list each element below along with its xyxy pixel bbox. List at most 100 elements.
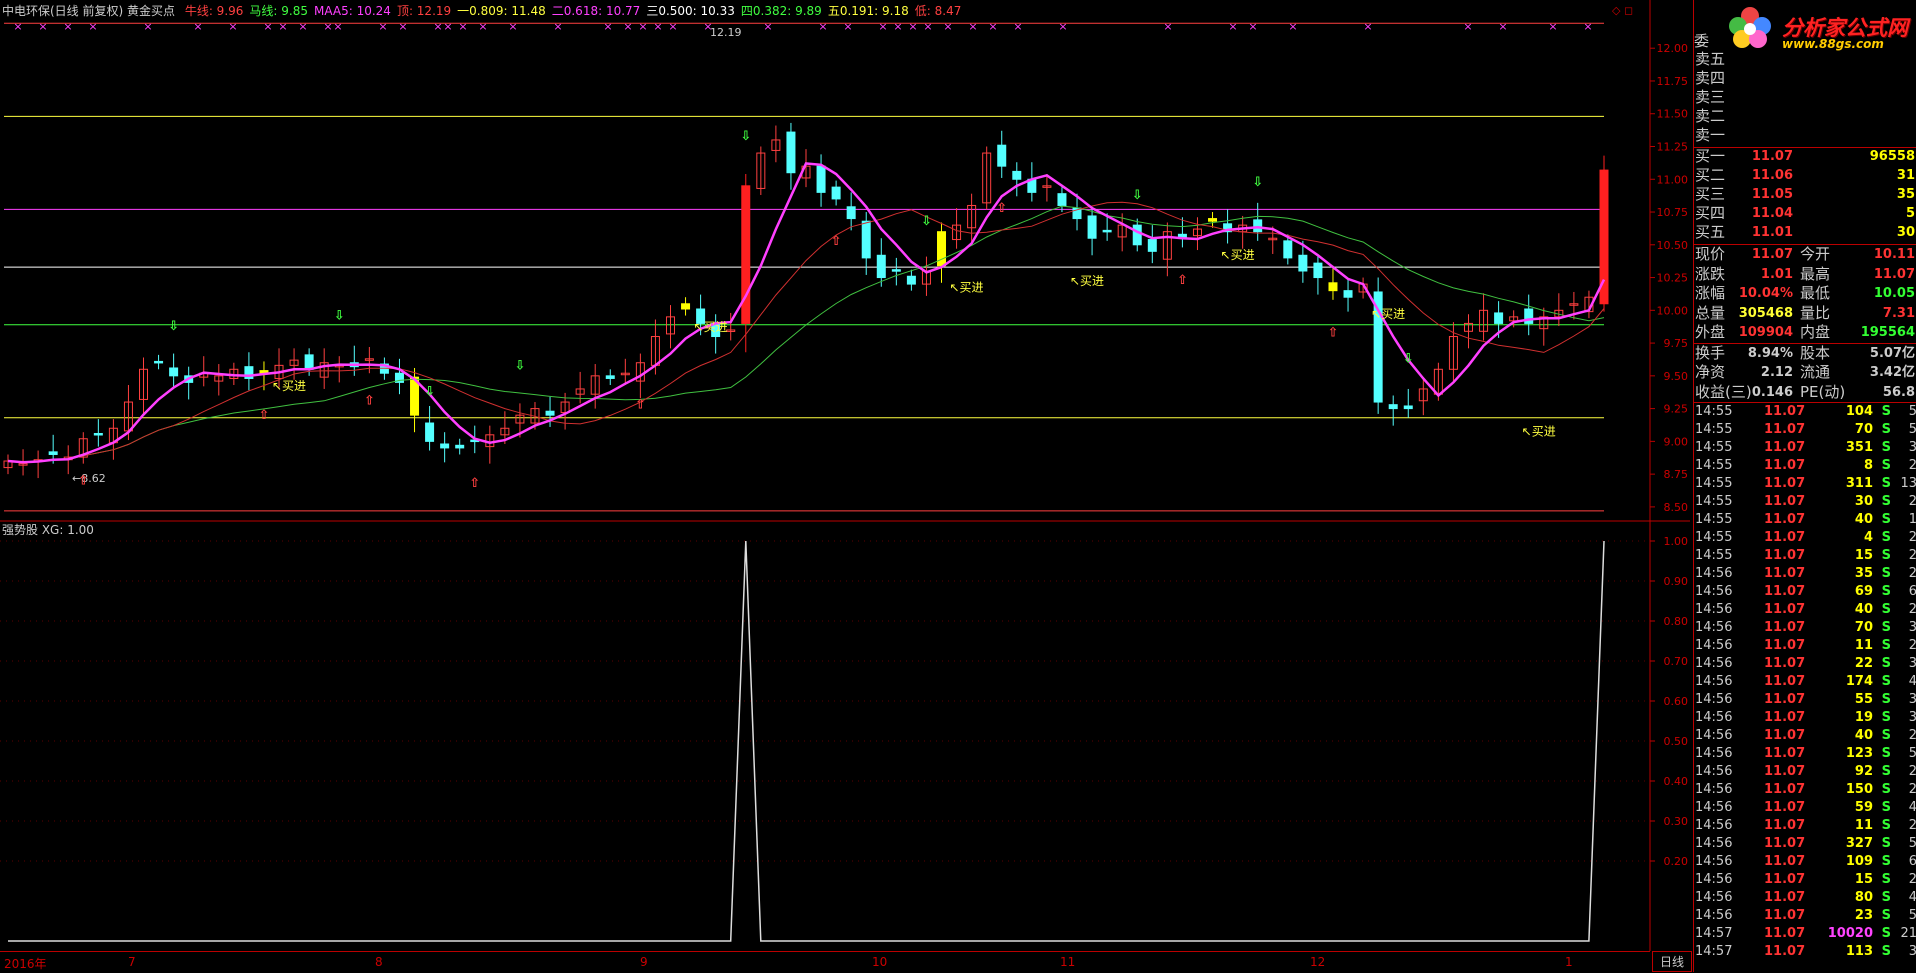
tick-time: 14:55 <box>1695 476 1733 491</box>
tick-row[interactable]: 14:56 11.07 69 S 6 <box>1694 583 1916 601</box>
x-marker-icon: × <box>638 20 647 33</box>
tick-price: 11.07 <box>1764 530 1806 545</box>
buy-label: 买二 <box>1695 166 1726 184</box>
price-tick-label: 10.75 <box>1657 206 1689 219</box>
x-marker-icon: × <box>333 20 342 33</box>
tick-row[interactable]: 14:56 11.07 80 S 4 <box>1694 889 1916 907</box>
tick-volume: 40 <box>1854 728 1873 743</box>
candle-body <box>605 375 615 379</box>
quote-panel: 分析家公式网 www.88gs.com 委 卖五 卖四 卖三 卖二 卖一 买一 11.07… <box>1693 0 1916 972</box>
tick-side: S <box>1881 800 1891 815</box>
tick-volume: 123 <box>1845 746 1873 761</box>
tick-time: 14:56 <box>1695 638 1733 653</box>
tick-time: 14:56 <box>1695 908 1733 923</box>
tick-side: S <box>1881 944 1891 959</box>
tick-row[interactable]: 14:55 11.07 311 S 13 <box>1694 475 1916 493</box>
x-marker-icon: × <box>893 20 902 33</box>
tick-count: 6 <box>1908 584 1916 599</box>
tick-row[interactable]: 14:55 11.07 351 S 3 <box>1694 439 1916 457</box>
tick-row[interactable]: 14:55 11.07 30 S 2 <box>1694 493 1916 511</box>
x-marker-icon: × <box>1463 20 1472 33</box>
tick-row[interactable]: 14:55 11.07 104 S 5 <box>1694 403 1916 421</box>
window-controls[interactable]: ◇ ◻ <box>1612 4 1633 17</box>
price-tick-label: 9.75 <box>1664 337 1689 350</box>
x-marker-icon: × <box>1013 20 1022 33</box>
tick-price: 11.07 <box>1764 404 1806 419</box>
tick-side: S <box>1881 872 1891 887</box>
price-chart[interactable]: 12.00 11.75 11.50 11.25 11.00 10.75 10.50 10.25… <box>0 0 1690 951</box>
tick-row[interactable]: 14:55 11.07 70 S 5 <box>1694 421 1916 439</box>
tick-row[interactable]: 14:56 11.07 174 S 4 <box>1694 673 1916 691</box>
x-marker-icon: × <box>13 20 22 33</box>
buy-row: 买四 11.04 5 <box>1694 204 1916 223</box>
stat-key: 最高 <box>1800 264 1831 283</box>
tick-volume: 70 <box>1854 620 1873 635</box>
tick-row[interactable]: 14:57 11.07 10020 S 21 <box>1694 925 1916 943</box>
tick-row[interactable]: 14:55 11.07 4 S 2 <box>1694 529 1916 547</box>
tick-row[interactable]: 14:55 11.07 15 S 2 <box>1694 547 1916 565</box>
tick-side: S <box>1881 494 1891 509</box>
stat-key: 量比 <box>1800 303 1831 322</box>
tick-count: 2 <box>1908 602 1916 617</box>
tick-side: S <box>1881 854 1891 869</box>
tick-row[interactable]: 14:56 11.07 11 S 2 <box>1694 817 1916 835</box>
tick-count: 2 <box>1908 566 1916 581</box>
tick-side: S <box>1881 746 1891 761</box>
stat-value: 10.04% <box>1738 286 1793 301</box>
stat-row: 外盘 109904 内盘 195564 <box>1694 323 1916 343</box>
tick-volume: 35 <box>1854 566 1873 581</box>
candle-body <box>1102 229 1112 233</box>
tick-row[interactable]: 14:55 11.07 8 S 2 <box>1694 457 1916 475</box>
x-marker-icon: × <box>508 20 517 33</box>
xg-signal-line <box>8 540 1605 942</box>
candle-body <box>681 303 691 310</box>
tick-row[interactable]: 14:56 11.07 59 S 4 <box>1694 799 1916 817</box>
tick-row[interactable]: 14:56 11.07 22 S 3 <box>1694 655 1916 673</box>
tick-row[interactable]: 14:56 11.07 19 S 3 <box>1694 709 1916 727</box>
tick-price: 11.07 <box>1764 656 1806 671</box>
tick-count: 4 <box>1908 800 1916 815</box>
tick-time: 14:56 <box>1695 800 1733 815</box>
tick-volume: 70 <box>1854 422 1873 437</box>
buy-row: 买二 11.06 31 <box>1694 166 1916 185</box>
buy-price: 11.07 <box>1751 149 1793 164</box>
tick-row[interactable]: 14:56 11.07 70 S 3 <box>1694 619 1916 637</box>
tick-count: 4 <box>1908 890 1916 905</box>
x-marker-icon: × <box>1248 20 1257 33</box>
tick-row[interactable]: 14:56 11.07 40 S 2 <box>1694 727 1916 745</box>
tick-list[interactable]: 14:55 11.07 104 S 5 14:55 11.07 70 S 5 14:55 11.07 3… <box>1694 403 1916 961</box>
tick-time: 14:56 <box>1695 728 1733 743</box>
tick-row[interactable]: 14:56 11.07 11 S 2 <box>1694 637 1916 655</box>
tick-count: 5 <box>1908 836 1916 851</box>
sell-label: 卖三 <box>1695 88 1726 106</box>
tick-count: 2 <box>1908 728 1916 743</box>
tick-time: 14:56 <box>1695 710 1733 725</box>
stat-value: 305468 <box>1738 305 1793 321</box>
tick-row[interactable]: 14:56 11.07 23 S 5 <box>1694 907 1916 925</box>
tick-row[interactable]: 14:56 11.07 15 S 2 <box>1694 871 1916 889</box>
ox-line <box>7 201 1605 463</box>
tick-row[interactable]: 14:56 11.07 92 S 2 <box>1694 763 1916 781</box>
candle-body <box>440 443 450 449</box>
tick-row[interactable]: 14:56 11.07 123 S 5 <box>1694 745 1916 763</box>
tick-side: S <box>1881 710 1891 725</box>
tick-time: 14:56 <box>1695 890 1733 905</box>
tick-row[interactable]: 14:56 11.07 40 S 2 <box>1694 601 1916 619</box>
stat-row: 涨幅 10.04% 最低 10.05 <box>1694 284 1916 304</box>
price-tick-label: 10.50 <box>1657 239 1689 252</box>
tick-row[interactable]: 14:56 11.07 327 S 5 <box>1694 835 1916 853</box>
tick-volume: 11 <box>1854 638 1873 653</box>
stat-key: 现价 <box>1695 245 1726 263</box>
price-tick-label: 11.00 <box>1657 173 1689 186</box>
tick-row[interactable]: 14:55 11.07 40 S 1 <box>1694 511 1916 529</box>
date-label: 10 <box>872 955 888 969</box>
candle-body <box>1012 170 1022 180</box>
tick-row[interactable]: 14:56 11.07 109 S 6 <box>1694 853 1916 871</box>
candle-body <box>169 367 179 377</box>
tick-row[interactable]: 14:56 11.07 55 S 3 <box>1694 691 1916 709</box>
tick-row[interactable]: 14:57 11.07 113 S 3 <box>1694 943 1916 961</box>
tick-row[interactable]: 14:56 11.07 150 S 2 <box>1694 781 1916 799</box>
tick-volume: 40 <box>1854 512 1873 527</box>
period-button[interactable]: 日线 <box>1652 951 1692 972</box>
tick-row[interactable]: 14:56 11.07 35 S 2 <box>1694 565 1916 583</box>
